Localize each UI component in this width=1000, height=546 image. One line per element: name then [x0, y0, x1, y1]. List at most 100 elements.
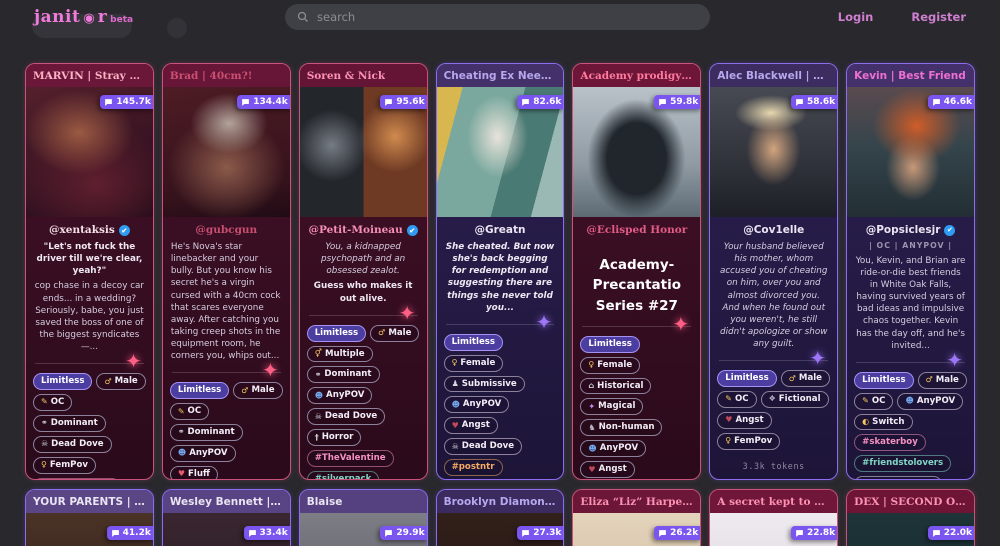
tag-pill--thevalentine[interactable]: #TheValentine	[306, 449, 394, 467]
tag-pill-oc[interactable]: ✎ OC	[169, 403, 210, 421]
character-card[interactable]: Academy prodigy doesn... 59.8k @Eclisped H…	[572, 63, 702, 480]
tag-pill--skaterboy[interactable]: #skaterboy	[854, 434, 926, 452]
tag-pill-limitless[interactable]: Limitless	[580, 335, 640, 353]
character-card[interactable]: Wesley Bennett | ALT 33.4k	[161, 489, 291, 546]
tag-pill-dead-dove[interactable]: ☠ Dead Dove	[443, 438, 523, 456]
character-card[interactable]: A secret kept to protect 22.8k	[709, 489, 839, 546]
author-line[interactable]: @Popsiclesjr ✔	[847, 224, 974, 236]
tag-pill-anypov[interactable]: ☻ AnyPOV	[169, 444, 236, 462]
tag-pill-dominant[interactable]: ⚭ Dominant	[169, 424, 243, 441]
tag-pill-oc[interactable]: ✎ OC	[854, 392, 894, 410]
character-image[interactable]: 27.3k	[436, 513, 564, 546]
character-card[interactable]: Brooklyn Diamonds: Kat... 27.3k	[435, 489, 565, 546]
tag-pill-anypov[interactable]: ☻ AnyPOV	[580, 440, 647, 458]
register-link[interactable]: Register	[911, 10, 966, 24]
author-line[interactable]: @Eclisped Honor	[573, 224, 700, 236]
author-handle[interactable]: @Cov1elle	[743, 224, 804, 236]
character-image[interactable]: 145.7k	[26, 87, 153, 217]
tag-pill-oc[interactable]: ✎ OC	[33, 394, 73, 411]
character-card[interactable]: Soren & Nick 95.6k @Petit-Moineau ✔ You, a k…	[298, 63, 428, 480]
tag-pill--thevalentine[interactable]: #TheValentine	[33, 477, 120, 479]
tag-pill-limitless[interactable]: Limitless	[443, 333, 503, 351]
author-line[interactable]: @Petit-Moineau ✔	[300, 224, 427, 236]
tag-pill-angst[interactable]: ♥ Angst	[580, 461, 635, 478]
author-line[interactable]: @xentaksis ✔	[26, 224, 153, 236]
tag-pill-fempov[interactable]: ♀ FemPov	[33, 456, 96, 474]
tag-pill-limitless[interactable]: Limitless	[854, 371, 914, 389]
tag-pill-dead-dove[interactable]: ☠ Dead Dove	[33, 435, 112, 453]
tag-pill--friendstolovers[interactable]: #friendstolovers	[854, 455, 952, 473]
tag-pill-angst[interactable]: ♥ Angst	[717, 411, 772, 429]
author-handle[interactable]: @Greatn	[474, 224, 525, 236]
character-image[interactable]: 59.8k	[573, 87, 701, 217]
character-image[interactable]: 95.6k	[299, 87, 427, 217]
tag-pill-male[interactable]: ♂ Male	[917, 371, 967, 389]
tag-pill-male[interactable]: ♂ Male	[780, 370, 831, 388]
janitor-logo[interactable]: janit ◉ r beta	[34, 7, 133, 27]
tag-pill--silverpack[interactable]: #silverpack	[306, 470, 380, 479]
search-input[interactable]	[317, 10, 698, 24]
author-handle[interactable]: @xentaksis	[49, 224, 115, 236]
author-line[interactable]: @Cov1elle	[710, 224, 837, 236]
tag-pill-anypov[interactable]: ☻ AnyPOV	[443, 396, 510, 414]
character-card[interactable]: MARVIN | Stray Dogs x ... 145.7k @xentaksi…	[25, 63, 154, 480]
character-card[interactable]: Blaise 29.9k	[298, 489, 428, 546]
tag-pill-anypov[interactable]: ☻ AnyPOV	[897, 392, 964, 410]
tag-pill-limitless[interactable]: Limitless	[717, 370, 777, 388]
tag-pill-female[interactable]: ♀ Female	[580, 356, 641, 374]
author-handle[interactable]: @Eclisped Honor	[586, 224, 687, 236]
tag-pill-male[interactable]: ♂ Male	[233, 382, 283, 400]
character-image[interactable]: 82.6k	[436, 87, 564, 217]
character-card[interactable]: Cheating Ex Needs Forgi... 82.6k @Greatn Sh…	[435, 63, 565, 480]
tag-pill-limitless[interactable]: Limitless	[33, 373, 93, 391]
search-bar[interactable]	[285, 4, 710, 30]
character-image[interactable]: 22.8k	[710, 513, 838, 546]
tag-pill-female[interactable]: ♀ Female	[443, 354, 504, 372]
author-line[interactable]: @Greatn	[437, 224, 564, 236]
tag-pill--postntr[interactable]: #postntr	[443, 459, 503, 476]
character-image[interactable]: 46.6k	[847, 87, 975, 217]
tag-pill-dominant[interactable]: ⚭ Dominant	[306, 366, 380, 384]
tag-pill-anypov[interactable]: ☻ AnyPOV	[306, 387, 373, 405]
tag-pill-angst[interactable]: ♥ Angst	[443, 417, 498, 435]
tag-pill-fempov[interactable]: ♀ FemPov	[717, 432, 781, 450]
tag-pill-historical[interactable]: ⌂ Historical	[580, 377, 652, 395]
tag-pill-male[interactable]: ♂ Male	[370, 324, 420, 342]
character-image[interactable]: 29.9k	[299, 513, 427, 546]
tag-icon: ☻	[177, 448, 187, 458]
tag-pill-non-human[interactable]: ♞ Non-human	[580, 419, 663, 437]
tag-label: Magical	[598, 401, 636, 412]
character-card[interactable]: DEX | SECOND OPTION 22.0k	[846, 489, 975, 546]
character-image[interactable]: 33.4k	[162, 513, 290, 546]
author-line[interactable]: @gubcgun	[163, 224, 290, 236]
tag-pill-male[interactable]: ♂ Male	[96, 373, 146, 391]
character-image[interactable]: 22.0k	[847, 513, 975, 546]
tag-pill-limitless[interactable]: Limitless	[306, 324, 367, 342]
character-image[interactable]: 134.4k	[162, 87, 290, 217]
tag-pill-multiple[interactable]: ⚥ Multiple	[306, 345, 373, 363]
tag-pill-dead-dove[interactable]: ☠ Dead Dove	[306, 408, 386, 426]
tag-pill-magical[interactable]: ✦ Magical	[580, 398, 644, 416]
tag-pill-oc[interactable]: ✎ OC	[717, 391, 757, 408]
login-link[interactable]: Login	[838, 10, 874, 24]
character-image[interactable]: 26.2k	[573, 513, 701, 546]
author-handle[interactable]: @Petit-Moineau	[309, 224, 403, 236]
character-card[interactable]: Brad | 40cm?! 134.4k @gubcgun He's Nova's s…	[161, 63, 291, 480]
author-handle[interactable]: @gubcgun	[195, 224, 257, 236]
tag-pill-fictional[interactable]: ❖ Fictional	[760, 391, 829, 408]
character-card[interactable]: Kevin | Best Friend 46.6k @Popsiclesjr ✔ | O…	[846, 63, 975, 480]
character-card[interactable]: Alec Blackwell | your nar... 58.6k @Cov1el…	[709, 63, 839, 480]
character-image[interactable]: 58.6k	[710, 87, 838, 217]
tag-pill-limitless[interactable]: Limitless	[169, 382, 230, 400]
tag-pill-dominant[interactable]: ⚭ Dominant	[33, 414, 106, 432]
tag-pill-horror[interactable]: † Horror	[306, 429, 362, 446]
character-card[interactable]: YOUR PARENTS | DESMO... 41.2k	[25, 489, 154, 546]
tag-label: Historical	[597, 380, 644, 391]
character-image[interactable]: 41.2k	[26, 513, 153, 546]
tag-pill-switch[interactable]: ◐ Switch	[854, 413, 913, 431]
tag-pill-fluff[interactable]: ♥ Fluff	[169, 465, 218, 479]
tag-pill-submissive[interactable]: ♟ Submissive	[443, 375, 525, 393]
character-card[interactable]: Eliza “Liz” Harper ♡ yo... 26.2k	[572, 489, 702, 546]
tag-pill--whiteoakfalls[interactable]: #whiteoakfalls	[854, 476, 943, 479]
author-handle[interactable]: @Popsiclesjr	[866, 224, 941, 236]
